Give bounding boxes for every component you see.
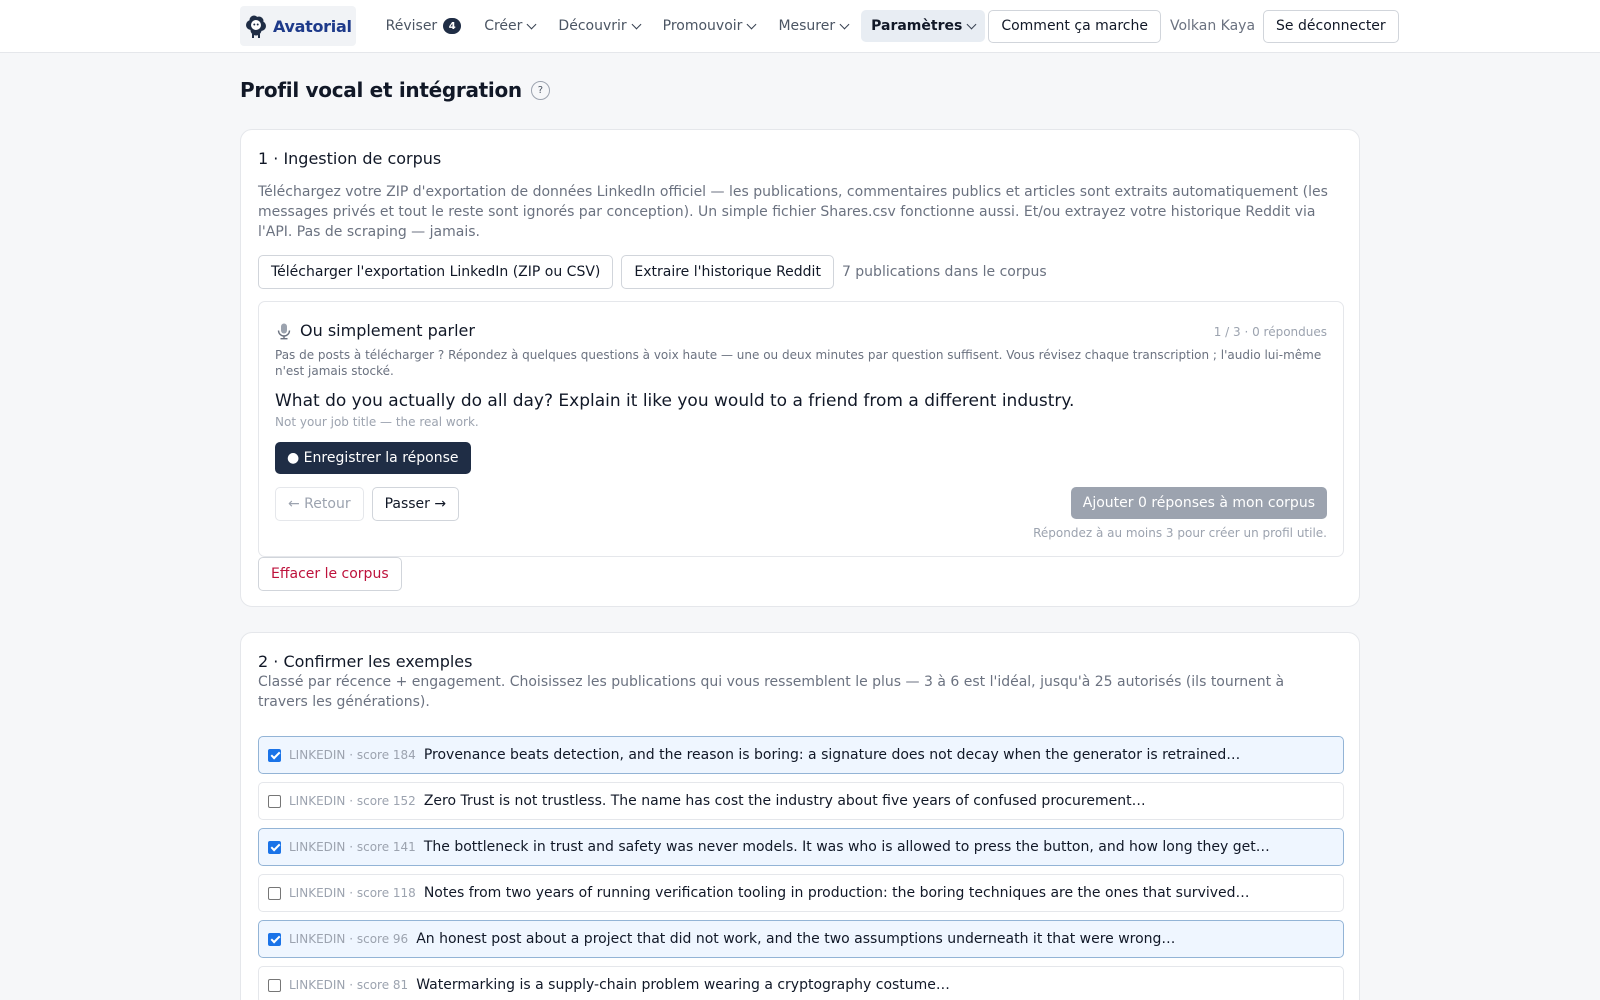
sheep-logo-icon <box>246 15 266 38</box>
page-title: Profil vocal et intégration <box>240 78 522 102</box>
clear-corpus-button[interactable]: Effacer le corpus <box>258 557 402 591</box>
voice-interview-panel: Ou simplement parler 1 / 3 · 0 répondues… <box>258 301 1344 557</box>
nav-item-parametres[interactable]: Paramètres <box>861 10 986 42</box>
section-title: 2 · Confirmer les exemples <box>258 652 473 671</box>
example-row[interactable]: LINKEDIN · score 118 Notes from two year… <box>258 874 1344 912</box>
example-text: An honest post about a project that did … <box>416 931 1176 947</box>
nav-label: Découvrir <box>558 18 627 34</box>
logo-text: Avatorial <box>273 16 352 36</box>
nav-label: Promouvoir <box>662 18 743 34</box>
voice-description: Pas de posts à télécharger ? Répondez à … <box>275 348 1322 378</box>
add-answers-button[interactable]: Ajouter 0 réponses à mon corpus <box>1070 487 1327 519</box>
top-navigation: Avatorial Réviser 4 Créer Découvrir Prom… <box>0 0 1600 53</box>
example-checkbox[interactable] <box>268 886 281 900</box>
example-row[interactable]: LINKEDIN · score 141 The bottleneck in t… <box>258 828 1344 866</box>
section-description: Téléchargez votre ZIP d'exportation de d… <box>258 184 1328 240</box>
example-row[interactable]: LINKEDIN · score 81 Watermarking is a su… <box>258 966 1344 1000</box>
example-text: Zero Trust is not trustless. The name ha… <box>423 793 1146 809</box>
logout-button[interactable]: Se déconnecter <box>1263 9 1399 43</box>
example-meta: LINKEDIN · score 81 <box>289 978 409 992</box>
review-count-badge: 4 <box>443 18 462 34</box>
voice-title: Ou simplement parler <box>300 321 475 340</box>
example-checkbox[interactable] <box>268 932 281 946</box>
nav-label: Paramètres <box>871 18 963 34</box>
fetch-reddit-button[interactable]: Extraire l'historique Reddit <box>621 255 834 289</box>
nav-item-mesurer[interactable]: Mesurer <box>768 10 858 42</box>
example-meta: LINKEDIN · score 141 <box>289 840 416 854</box>
example-text: Notes from two years of running verifica… <box>423 885 1250 901</box>
how-it-works-button[interactable]: Comment ça marche <box>988 9 1161 43</box>
chevron-down-icon <box>526 19 537 29</box>
example-list: LINKEDIN · score 184 Provenance beats de… <box>258 736 1344 1000</box>
nav-item-promouvoir[interactable]: Promouvoir <box>653 10 766 42</box>
example-meta: LINKEDIN · score 184 <box>289 748 416 762</box>
question-hint: Not your job title — the real work. <box>275 415 479 429</box>
nav-label: Mesurer <box>778 18 836 34</box>
chevron-down-icon <box>746 19 757 29</box>
nav-item-decouvrir[interactable]: Découvrir <box>548 10 649 42</box>
interview-question: What do you actually do all day? Explain… <box>275 391 1075 411</box>
upload-linkedin-button[interactable]: Télécharger l'exportation LinkedIn (ZIP … <box>258 255 614 289</box>
example-checkbox[interactable] <box>268 840 281 854</box>
question-progress: 1 / 3 · 0 répondues <box>1213 325 1327 339</box>
example-meta: LINKEDIN · score 96 <box>289 932 409 946</box>
example-checkbox[interactable] <box>268 978 281 992</box>
upload-actions: Télécharger l'exportation LinkedIn (ZIP … <box>258 255 1047 289</box>
microphone-icon <box>277 323 291 339</box>
section-title: 1 · Ingestion de corpus <box>258 149 442 168</box>
example-meta: LINKEDIN · score 152 <box>289 794 416 808</box>
chevron-down-icon <box>839 19 850 29</box>
back-button[interactable]: ← Retour <box>275 487 364 521</box>
help-icon[interactable]: ? <box>530 80 550 100</box>
skip-button[interactable]: Passer → <box>371 487 460 521</box>
example-text: The bottleneck in trust and safety was n… <box>423 839 1270 855</box>
section-description: Classé par récence + engagement. Choisis… <box>258 674 1285 710</box>
example-checkbox[interactable] <box>268 794 281 808</box>
nav-item-creer[interactable]: Créer <box>474 10 545 42</box>
page-header: Profil vocal et intégration ? <box>240 78 550 102</box>
nav-item-reviser[interactable]: Réviser 4 <box>376 10 472 42</box>
nav-label: Créer <box>484 18 523 34</box>
example-meta: LINKEDIN · score 118 <box>289 886 416 900</box>
confirm-examples-card: 2 · Confirmer les exemples Classé par ré… <box>240 632 1360 1000</box>
add-answers-hint: Répondez à au moins 3 pour créer un prof… <box>1033 526 1327 540</box>
question-navigation: ← Retour Passer → <box>275 487 460 521</box>
chevron-down-icon <box>631 19 642 29</box>
example-checkbox[interactable] <box>268 748 281 762</box>
example-row[interactable]: LINKEDIN · score 96 An honest post about… <box>258 920 1344 958</box>
example-row[interactable]: LINKEDIN · score 184 Provenance beats de… <box>258 736 1344 774</box>
chevron-down-icon <box>966 19 977 29</box>
corpus-ingestion-card: 1 · Ingestion de corpus Téléchargez votr… <box>240 129 1360 607</box>
nav-label: Réviser <box>385 18 438 34</box>
example-row[interactable]: LINKEDIN · score 152 Zero Trust is not t… <box>258 782 1344 820</box>
example-text: Provenance beats detection, and the reas… <box>423 747 1241 763</box>
record-answer-button[interactable]: ● Enregistrer la réponse <box>275 442 471 474</box>
corpus-count: 7 publications dans le corpus <box>841 264 1047 280</box>
voice-header: Ou simplement parler <box>275 321 475 340</box>
app-logo[interactable]: Avatorial <box>240 6 356 46</box>
example-text: Watermarking is a supply-chain problem w… <box>416 977 950 993</box>
user-name: Volkan Kaya <box>1169 18 1256 34</box>
